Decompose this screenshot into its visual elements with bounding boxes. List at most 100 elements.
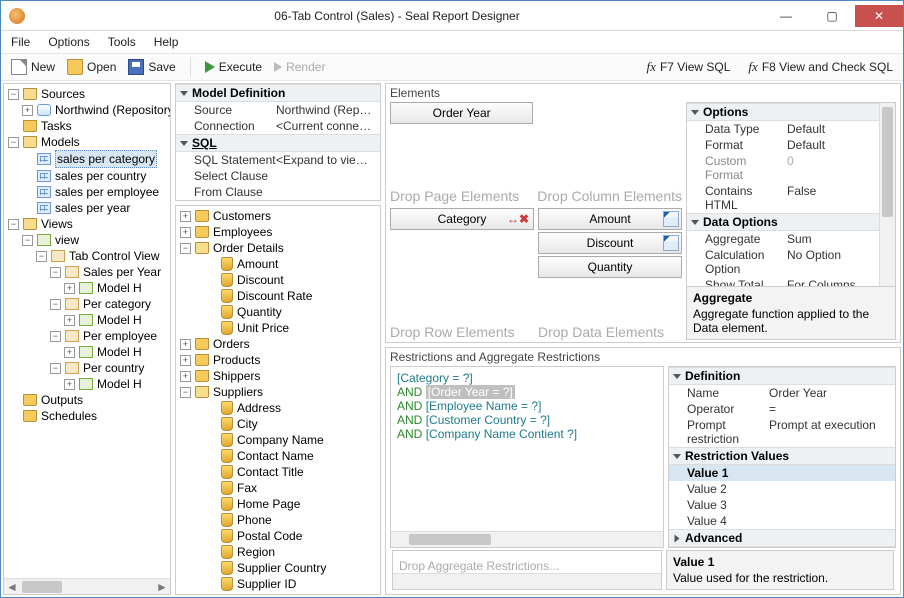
tree-node-column[interactable]: Supplier Country bbox=[237, 560, 326, 576]
prop-row[interactable]: Select Clause bbox=[176, 168, 380, 184]
tree-node-column[interactable]: Postal Code bbox=[237, 528, 302, 544]
tree-node-schedules[interactable]: Schedules bbox=[41, 408, 97, 424]
tree-node-model-h[interactable]: Model H bbox=[97, 344, 142, 360]
expander-icon[interactable]: + bbox=[180, 371, 191, 382]
tree-node-table[interactable]: Customers bbox=[213, 208, 271, 224]
tree-node-column[interactable]: Phone bbox=[237, 512, 272, 528]
tree-node-outputs[interactable]: Outputs bbox=[41, 392, 83, 408]
tree-node-model-h[interactable]: Model H bbox=[97, 312, 142, 328]
tree-node-sources[interactable]: Sources bbox=[41, 86, 85, 102]
prop-row[interactable]: Show TotalFor Columns bbox=[687, 277, 895, 286]
expander-icon[interactable]: − bbox=[8, 219, 19, 230]
minimize-button[interactable]: — bbox=[763, 5, 809, 27]
tree-node-model-item[interactable]: sales per year bbox=[55, 200, 130, 216]
prop-row[interactable]: From Clause bbox=[176, 184, 380, 200]
maximize-button[interactable]: ▢ bbox=[809, 5, 855, 27]
expander-icon[interactable]: − bbox=[50, 363, 61, 374]
tree-node-tab-control[interactable]: Tab Control View bbox=[69, 248, 160, 264]
tree-node-column[interactable]: Supplier ID bbox=[237, 576, 296, 592]
tree-node-column[interactable]: Discount Rate bbox=[237, 288, 312, 304]
prop-row[interactable]: SQL Statement<Expand to view SQL> bbox=[176, 152, 380, 168]
prop-row[interactable]: Operator= bbox=[669, 401, 895, 417]
expander-icon[interactable]: + bbox=[22, 105, 33, 116]
prop-row[interactable]: Contains HTMLFalse bbox=[687, 183, 895, 213]
prop-row[interactable]: Value 3 bbox=[669, 497, 895, 513]
new-button[interactable]: New bbox=[7, 57, 59, 77]
expander-icon[interactable]: + bbox=[180, 339, 191, 350]
aggregate-restrictions-zone[interactable]: Drop Aggregate Restrictions... bbox=[392, 550, 662, 590]
section-restriction-values[interactable]: Restriction Values bbox=[669, 447, 895, 465]
tree-node-column[interactable]: Unit Price bbox=[237, 320, 289, 336]
prop-row[interactable]: Prompt restrictionPrompt at execution bbox=[669, 417, 895, 447]
tree-node-table[interactable]: Order Details bbox=[213, 240, 284, 256]
f8-view-check-sql-button[interactable]: fxF8 View and Check SQL bbox=[744, 57, 897, 77]
expander-icon[interactable]: − bbox=[50, 331, 61, 342]
data-elements-zone[interactable]: Amount Discount Quantity Drop Data Eleme… bbox=[538, 208, 682, 340]
element-chip-order-year[interactable]: Order Year bbox=[390, 102, 533, 124]
prop-row[interactable]: Value 4 bbox=[669, 513, 895, 529]
tree-node-model-item[interactable]: sales per employee bbox=[55, 184, 159, 200]
prop-row[interactable]: Custom Format0 bbox=[687, 153, 895, 183]
tree-node-column[interactable]: Address bbox=[237, 400, 281, 416]
tree-node-tasks[interactable]: Tasks bbox=[41, 118, 72, 134]
tree-node-column[interactable]: Amount bbox=[237, 256, 278, 272]
section-model-definition[interactable]: Model Definition bbox=[176, 84, 380, 102]
expander-icon[interactable]: + bbox=[180, 355, 191, 366]
section-advanced[interactable]: Advanced bbox=[669, 529, 895, 547]
expander-icon[interactable]: + bbox=[180, 227, 191, 238]
expander-icon[interactable]: + bbox=[64, 283, 75, 294]
page-elements-zone[interactable]: Order Year Drop Page Elements bbox=[390, 102, 533, 204]
tree-node-table[interactable]: Suppliers bbox=[213, 384, 263, 400]
tree-node-views[interactable]: Views bbox=[41, 216, 73, 232]
tree-node-table[interactable]: Employees bbox=[213, 224, 272, 240]
prop-row[interactable]: SourceNorthwind (Repository) bbox=[176, 102, 380, 118]
tree-node-model-item[interactable]: sales per country bbox=[55, 168, 146, 184]
expander-icon[interactable]: + bbox=[64, 347, 75, 358]
open-button[interactable]: Open bbox=[63, 57, 120, 77]
tree-node-table[interactable]: Shippers bbox=[213, 368, 260, 384]
tree-node-model-h[interactable]: Model H bbox=[97, 376, 142, 392]
tree-node-sales-per[interactable]: Sales per Year bbox=[83, 264, 161, 280]
tree-node-column[interactable]: Contact Title bbox=[237, 464, 304, 480]
tree-node-column[interactable]: Fax bbox=[237, 480, 257, 496]
save-button[interactable]: Save bbox=[124, 57, 179, 77]
section-options[interactable]: Options bbox=[687, 103, 895, 121]
element-chip-quantity[interactable]: Quantity bbox=[538, 256, 682, 278]
expander-icon[interactable]: + bbox=[64, 315, 75, 326]
prop-row[interactable]: Value 1 bbox=[669, 465, 895, 481]
tree-node-per-country[interactable]: Per country bbox=[83, 360, 144, 376]
expander-icon[interactable]: − bbox=[180, 387, 191, 398]
close-button[interactable]: ✕ bbox=[855, 5, 903, 27]
navigator-tree[interactable]: − Sources + Northwind (Repository) Tasks −… bbox=[4, 84, 170, 578]
schema-tree[interactable]: + Customers + Employees − Order DetailsAmount… bbox=[175, 205, 381, 595]
tree-node-per-employee[interactable]: Per employee bbox=[83, 328, 157, 344]
vertical-scrollbar[interactable] bbox=[879, 103, 895, 286]
prop-row[interactable]: FormatDefault bbox=[687, 137, 895, 153]
menu-options[interactable]: Options bbox=[48, 35, 89, 49]
tree-node-table[interactable]: Orders bbox=[213, 336, 250, 352]
prop-row[interactable]: Value 2 bbox=[669, 481, 895, 497]
expander-icon[interactable]: − bbox=[22, 235, 33, 246]
tree-node-model-item[interactable]: sales per category bbox=[55, 150, 157, 168]
section-definition[interactable]: Definition bbox=[669, 367, 895, 385]
section-sql[interactable]: SQL bbox=[176, 134, 380, 152]
remove-icon[interactable]: ↔✖ bbox=[507, 212, 529, 226]
horizontal-scrollbar[interactable] bbox=[393, 573, 661, 589]
expander-icon[interactable]: + bbox=[180, 211, 191, 222]
element-chip-discount[interactable]: Discount bbox=[538, 232, 682, 254]
menu-file[interactable]: File bbox=[11, 35, 30, 49]
prop-row[interactable]: Calculation OptionNo Option bbox=[687, 247, 895, 277]
tree-node-column[interactable]: Contact Name bbox=[237, 448, 314, 464]
restrictions-code-editor[interactable]: [Category = ?] AND [Order Year = ?] AND … bbox=[390, 366, 664, 548]
horizontal-scrollbar[interactable]: ◄► bbox=[4, 578, 170, 594]
tree-node-models[interactable]: Models bbox=[41, 134, 80, 150]
column-elements-zone[interactable]: Drop Column Elements bbox=[537, 102, 682, 204]
menu-tools[interactable]: Tools bbox=[108, 35, 136, 49]
element-chip-amount[interactable]: Amount bbox=[538, 208, 682, 230]
section-data-options[interactable]: Data Options bbox=[687, 213, 895, 231]
f7-view-sql-button[interactable]: fxF7 View SQL bbox=[643, 57, 735, 77]
tree-node-model-h[interactable]: Model H bbox=[97, 280, 142, 296]
tree-node-view-root[interactable]: view bbox=[55, 232, 79, 248]
expander-icon[interactable]: − bbox=[8, 89, 19, 100]
tree-node-source-item[interactable]: Northwind (Repository) bbox=[55, 102, 170, 118]
